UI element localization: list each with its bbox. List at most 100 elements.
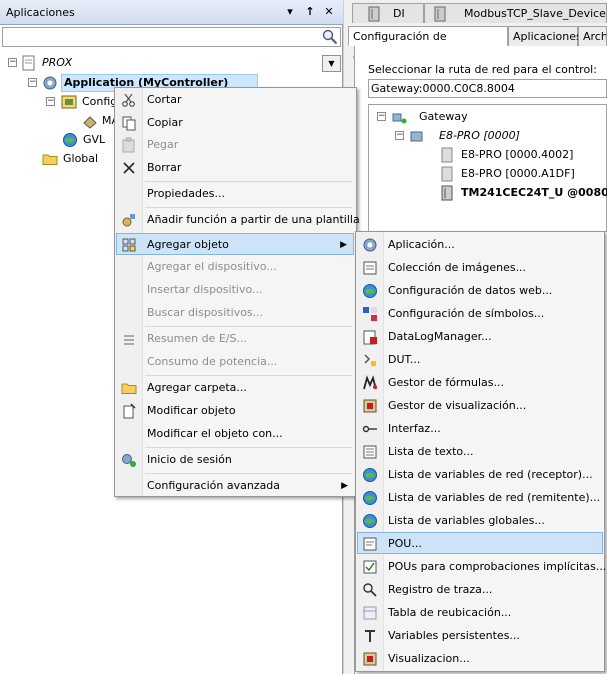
submenu-item-relocation-table[interactable]: Tabla de reubicación...	[358, 602, 602, 624]
pou-icon	[363, 537, 377, 551]
application-gear-icon	[43, 76, 57, 90]
menu-item-copy[interactable]: Copiar	[117, 112, 354, 134]
menu-item-properties[interactable]: Propiedades...	[117, 183, 354, 205]
submenu-item-image-collection[interactable]: Colección de imágenes...	[358, 257, 602, 279]
menu-item-add-device[interactable]: Agregar el dispositivo...	[117, 256, 354, 278]
device-network-icon	[410, 131, 423, 142]
config-icon	[61, 95, 77, 109]
menu-item-power-consumption[interactable]: Consumo de potencia...	[117, 351, 354, 373]
submenu-item-trace[interactable]: Registro de traza...	[358, 579, 602, 601]
delete-x-icon	[123, 162, 135, 174]
doc-tab-label: ModbusTCP_Slave_Device	[464, 7, 606, 20]
gateway-icon	[392, 113, 407, 124]
submenu-item-pou-checks[interactable]: POUs para comprobaciones implícitas...	[358, 556, 606, 578]
menu-item-cut[interactable]: Cortar	[117, 89, 354, 111]
doc-tab-di[interactable]: DI	[352, 3, 424, 23]
panel-title: Aplicaciones	[6, 6, 75, 19]
context-menu: Cortar Copiar Pegar Borrar Propiedades..…	[114, 87, 360, 497]
submenu-item-visualization[interactable]: Visualizacion...	[358, 648, 602, 670]
add-object-submenu: Aplicación... Colección de imágenes... C…	[355, 231, 606, 672]
doc-tab-modbus[interactable]: ModbusTCP_Slave_Device	[424, 3, 607, 23]
net-tree-label: Gateway	[419, 110, 468, 123]
submenu-item-interface[interactable]: Interfaz...	[358, 418, 602, 440]
submenu-item-web-data[interactable]: Configuración de datos web...	[358, 280, 602, 302]
recipe-manager-icon	[363, 375, 377, 390]
tab-communication-config[interactable]: Configuración de comunicación	[348, 26, 508, 63]
device-sub-tabs: Configuración de comunicación Aplicacion…	[348, 26, 607, 63]
global-vars-icon	[363, 514, 377, 528]
net-tree-label: E8-PRO [0000.A1DF]	[461, 167, 575, 180]
submenu-item-pou[interactable]: POU...	[357, 532, 603, 554]
submenu-item-application[interactable]: Aplicación...	[358, 234, 602, 256]
datalog-icon	[363, 330, 377, 345]
submenu-item-persistent-vars[interactable]: Variables persistentes...	[358, 625, 602, 647]
project-name: PROX	[42, 56, 73, 69]
project-dropdown-button[interactable]: ▼	[322, 55, 341, 72]
menu-item-edit-object[interactable]: Modificar objeto	[117, 400, 354, 422]
submenu-item-datalog[interactable]: DataLogManager...	[358, 326, 602, 348]
tab-applications[interactable]: Aplicaciones	[508, 26, 582, 46]
close-icon[interactable]: ✕	[322, 5, 336, 19]
interface-icon	[362, 425, 377, 433]
menu-item-login[interactable]: Inicio de sesión	[117, 449, 354, 471]
network-sender-icon	[363, 491, 377, 505]
submenu-item-network-sender[interactable]: Lista de variables de red (remitente)...	[358, 487, 602, 509]
submenu-item-dut[interactable]: DUT...	[358, 349, 602, 371]
plc-icon	[441, 185, 453, 201]
paste-icon	[122, 137, 135, 153]
menu-item-io-summary[interactable]: Resumen de E/S...	[117, 328, 354, 350]
scissors-icon	[122, 93, 135, 107]
login-icon	[122, 454, 136, 467]
doc-tab-label: DI	[393, 7, 405, 20]
submenu-item-network-receiver[interactable]: Lista de variables de red (receptor)...	[358, 464, 602, 486]
application-gear-icon	[363, 238, 377, 252]
copy-icon	[122, 116, 136, 131]
network-receiver-icon	[363, 468, 377, 482]
tree-label-global: Global	[63, 152, 99, 165]
gvl-globe-icon	[63, 133, 77, 147]
menu-item-advanced-config[interactable]: Configuración avanzada ▶	[117, 475, 354, 497]
trace-icon	[363, 583, 377, 597]
menu-item-template[interactable]: Añadir función a partir de una plantilla	[117, 209, 360, 231]
relocation-table-icon	[363, 606, 377, 620]
tab-archive[interactable]: Archi	[578, 26, 607, 46]
submenu-item-recipe-manager[interactable]: Gestor de fórmulas...	[358, 372, 602, 394]
plc-icon	[441, 147, 453, 163]
menu-item-add-folder[interactable]: Agregar carpeta...	[117, 377, 354, 399]
template-icon	[122, 214, 135, 227]
plc-icon	[441, 166, 453, 182]
submenu-item-visualization-manager[interactable]: Gestor de visualización...	[358, 395, 602, 417]
search-input[interactable]	[2, 27, 341, 47]
project-row[interactable]: − PROX	[2, 53, 341, 73]
menu-item-edit-object-with[interactable]: Modificar el objeto con...	[117, 423, 354, 445]
device-icon	[434, 6, 446, 22]
edit-object-icon	[123, 403, 136, 419]
text-list-icon	[363, 445, 377, 459]
menu-item-add-object[interactable]: Agregar objeto ▶	[116, 233, 354, 255]
io-summary-icon	[124, 335, 134, 345]
submenu-item-symbol-config[interactable]: Configuración de símbolos...	[358, 303, 602, 325]
network-path-field[interactable]: Gateway:0000.C0C8.8004	[368, 79, 607, 98]
submenu-arrow-icon: ▶	[340, 240, 347, 250]
image-collection-icon	[363, 261, 377, 275]
submenu-item-text-list[interactable]: Lista de texto...	[358, 441, 602, 463]
panel-menu-button[interactable]: ▾	[283, 5, 297, 19]
menu-item-insert-device[interactable]: Insertar dispositivo...	[117, 279, 354, 301]
pin-icon[interactable]: ↑	[303, 5, 317, 19]
search-icon[interactable]	[322, 29, 338, 45]
net-tree-label: E8-PRO [0000]	[439, 129, 520, 142]
module-icon	[83, 116, 97, 129]
project-icon	[22, 55, 35, 71]
submenu-item-global-vars[interactable]: Lista de variables globales...	[358, 510, 602, 532]
network-tree[interactable]: − Gateway − E8-PRO [0000] E8-PRO [0000.4…	[368, 104, 607, 232]
persistent-vars-icon	[365, 630, 375, 642]
web-data-icon	[363, 284, 377, 298]
menu-item-delete[interactable]: Borrar	[117, 157, 354, 179]
net-tree-label: E8-PRO [0000.4002]	[461, 148, 574, 161]
symbol-config-icon	[363, 307, 377, 321]
folder-icon	[42, 154, 58, 165]
menu-item-scan-devices[interactable]: Buscar dispositivos...	[117, 302, 354, 324]
menu-item-paste[interactable]: Pegar	[117, 134, 354, 156]
tree-label-gvl: GVL	[83, 133, 106, 146]
pou-checks-icon	[363, 560, 377, 574]
